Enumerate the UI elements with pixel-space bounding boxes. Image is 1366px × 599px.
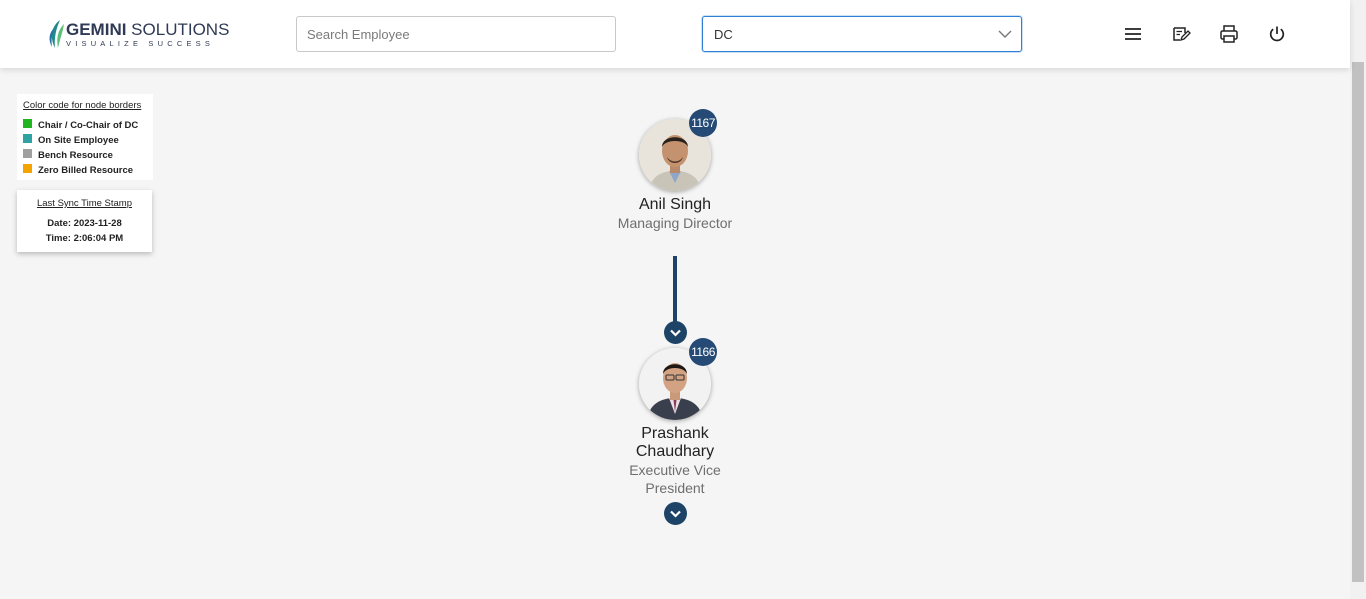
employee-title: Executive Vice President [629,462,721,496]
print-button[interactable] [1217,22,1241,46]
legend-label: Chair / Co-Chair of DC [38,120,139,131]
legend-item-bench: Bench Resource [23,148,153,163]
employee-name: Prashank Chaudhary [635,425,715,460]
search-employee-input[interactable] [296,16,616,52]
app-header: GEMINI SOLUTIONS VISUALIZE SUCCESS DC [0,0,1350,68]
company-logo[interactable]: GEMINI SOLUTIONS VISUALIZE SUCCESS [46,16,229,52]
legend-item-chair: Chair / Co-Chair of DC [23,118,153,133]
legend-swatch [23,149,32,158]
scrollbar-thumb[interactable] [1352,62,1364,582]
legend-item-onsite: On Site Employee [23,133,153,148]
logo-tagline: VISUALIZE SUCCESS [66,38,215,48]
legend-swatch [23,164,32,173]
menu-button[interactable] [1121,22,1145,46]
sync-time: Time: 2:06:04 PM [45,233,124,244]
edit-note-icon [1173,27,1191,42]
edit-note-button[interactable] [1169,22,1193,46]
legend-title: Color code for node borders [23,100,142,111]
sync-date: Date: 2023-11-28 [47,218,122,229]
org-connector-line [673,256,677,324]
legend-label: On Site Employee [38,135,119,146]
employee-title: Managing Director [617,215,733,231]
chevron-down-icon [670,329,681,337]
org-node[interactable]: Prashank Chaudhary Executive Vice Presid… [595,425,755,497]
employee-id-badge: 1166 [689,338,717,366]
department-select[interactable]: DC [702,16,1022,52]
expand-node-button[interactable] [664,502,687,525]
expand-node-button[interactable] [664,321,687,344]
logo-brand: GEMINI SOLUTIONS [66,19,230,39]
menu-icon [1125,28,1141,40]
legend-item-zero-billed: Zero Billed Resource [23,163,153,178]
chevron-down-icon [670,510,681,518]
power-icon [1269,26,1285,42]
legend-label: Bench Resource [38,150,113,161]
legend-swatch [23,119,32,128]
legend-swatch [23,134,32,143]
leaf-logo-icon [49,20,64,48]
employee-name: Anil Singh [638,196,712,213]
chevron-down-icon [998,30,1012,38]
legend-label: Zero Billed Resource [38,165,134,176]
border-color-legend: Color code for node borders Chair / Co-C… [17,94,153,180]
sync-title: Last Sync Time Stamp [36,198,133,209]
last-sync-card: Last Sync Time Stamp Date: 2023-11-28 Ti… [17,190,152,252]
vertical-scrollbar[interactable] [1350,0,1366,599]
employee-id-badge: 1167 [689,109,717,137]
org-node[interactable]: Anil Singh Managing Director [595,196,755,232]
department-select-value: DC [714,27,733,42]
print-icon [1220,25,1238,43]
logout-button[interactable] [1265,22,1289,46]
